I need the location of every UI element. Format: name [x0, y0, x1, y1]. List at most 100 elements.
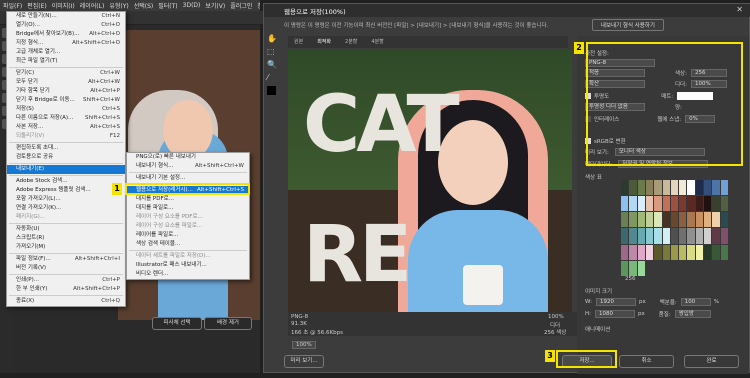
percent-input[interactable]: 100 — [680, 297, 711, 306]
file-menu-item[interactable]: 사본 저장... Alt+Ctrl+S — [7, 123, 125, 132]
remove-background-button[interactable]: 배경 제거 — [204, 317, 252, 330]
color-swatch[interactable] — [621, 244, 629, 260]
color-swatch[interactable] — [704, 196, 712, 212]
file-menu-item[interactable]: Adobe Stock 검색... — [7, 177, 125, 186]
file-menu-item[interactable]: 닫기(C) Ctrl+W — [7, 69, 125, 78]
color-swatch[interactable] — [621, 228, 629, 244]
tab-1[interactable]: 최적화 — [317, 36, 331, 48]
color-swatch[interactable] — [629, 180, 637, 196]
menu-8[interactable]: 보기(V) — [205, 1, 225, 10]
color-swatch[interactable] — [704, 244, 712, 260]
tab-0[interactable]: 원본 — [294, 36, 303, 48]
export-menu-item[interactable]: 레이어를 파일로... — [127, 231, 249, 240]
menu-7[interactable]: 3D(D) — [183, 2, 201, 9]
select-subject-button[interactable]: 피사체 선택 — [152, 317, 202, 330]
file-menu-item[interactable]: 고급 개체로 열기... — [7, 48, 125, 57]
color-swatch[interactable] — [679, 212, 687, 228]
color-swatch[interactable] — [621, 260, 629, 276]
zoom-icon[interactable]: 🔍 — [267, 60, 279, 69]
height-input[interactable]: 1080 — [595, 309, 635, 318]
color-swatch[interactable] — [687, 244, 695, 260]
file-menu-item[interactable]: 자동화(U) — [7, 225, 125, 234]
export-menu-item[interactable]: 색상 검색 테이블... — [127, 240, 249, 249]
color-swatch[interactable] — [679, 196, 687, 212]
color-swatch[interactable] — [670, 196, 679, 212]
color-swatch[interactable] — [654, 228, 662, 244]
color-swatch[interactable] — [637, 180, 645, 196]
menu-10[interactable]: 창(W) — [257, 1, 260, 10]
menu-4[interactable]: 유형(Y) — [109, 1, 128, 10]
menu-6[interactable]: 필터(T) — [158, 1, 177, 10]
color-swatch[interactable] — [629, 228, 637, 244]
color-swatch[interactable] — [687, 228, 695, 244]
color-swatch[interactable] — [645, 212, 654, 228]
file-menu-item[interactable]: 저장(S) Ctrl+S — [7, 105, 125, 114]
color-swatch[interactable] — [637, 228, 645, 244]
color-swatch[interactable] — [704, 212, 712, 228]
color-swatch[interactable] — [662, 228, 670, 244]
color-swatch[interactable] — [720, 228, 728, 244]
color-swatch[interactable] — [662, 180, 670, 196]
export-menu-item[interactable]: 데이터 세트를 파일로 저장(D)... — [127, 252, 249, 261]
menu-5[interactable]: 선택(S) — [134, 1, 154, 10]
file-menu-item[interactable]: 포함 가져오기(L)... — [7, 195, 125, 204]
color-swatch[interactable] — [695, 196, 704, 212]
tab-3[interactable]: 4분할 — [371, 36, 383, 48]
color-swatch[interactable] — [712, 228, 720, 244]
color-swatch[interactable] — [621, 212, 629, 228]
file-menu-item[interactable]: Adobe Express 템플릿 검색... — [7, 186, 125, 195]
color-swatch[interactable] — [687, 196, 695, 212]
file-menu-item[interactable]: 파일 정보(F)... Alt+Shift+Ctrl+I — [7, 255, 125, 264]
file-menu-item[interactable]: 검토용으로 공유 — [7, 153, 125, 162]
file-menu-item[interactable]: 스크립트(R) — [7, 234, 125, 243]
color-swatch[interactable] — [679, 180, 687, 196]
menu-2[interactable]: 이미지(I) — [52, 1, 75, 10]
color-swatch[interactable] — [679, 244, 687, 260]
color-swatch[interactable] — [670, 212, 679, 228]
color-swatch[interactable] — [645, 228, 654, 244]
quality-select[interactable]: 쌍입방 — [674, 309, 711, 318]
file-menu-item[interactable]: 내보내기(E) — [7, 165, 125, 174]
color-swatch[interactable] — [720, 196, 728, 212]
use-export-as-button[interactable]: 내보내기 형식 사용하기 — [591, 19, 664, 31]
export-menu-item[interactable]: 내보내기 형식... Alt+Shift+Ctrl+W — [127, 162, 249, 171]
hand-icon[interactable]: ✋ — [267, 34, 279, 43]
color-swatch[interactable] — [629, 244, 637, 260]
color-swatch[interactable] — [704, 228, 712, 244]
file-menu-item[interactable]: 닫기 후 Bridge로 이동... Shift+Ctrl+W — [7, 96, 125, 105]
color-swatch[interactable] — [712, 196, 720, 212]
color-swatch[interactable] — [687, 212, 695, 228]
color-swatch[interactable] — [629, 212, 637, 228]
color-swatch[interactable] — [687, 180, 695, 196]
color-swatch[interactable] — [662, 212, 670, 228]
preview-button[interactable]: 미리 보기... — [284, 355, 324, 368]
file-menu-item[interactable]: Bridge에서 찾아보기(B)... Alt+Ctrl+O — [7, 30, 125, 39]
color-swatch[interactable] — [704, 180, 712, 196]
file-menu-item[interactable]: 가져오기(M) — [7, 243, 125, 252]
slice-select-icon[interactable]: ⬚ — [267, 47, 279, 56]
export-menu-item[interactable]: PNG으(로) 빠른 내보내기 — [127, 153, 249, 162]
color-swatch[interactable] — [662, 196, 670, 212]
close-icon[interactable]: ✕ — [736, 5, 743, 14]
color-swatch[interactable] — [679, 228, 687, 244]
color-swatch[interactable] — [637, 212, 645, 228]
export-menu-item[interactable]: 레이어 구성 요소를 PDF로... — [127, 213, 249, 222]
eyedropper-icon[interactable]: ⁄ — [267, 73, 279, 82]
color-swatch[interactable] — [720, 180, 728, 196]
file-menu-item[interactable]: 최근 파일 열기(T) — [7, 57, 125, 66]
color-swatch[interactable] — [720, 244, 728, 260]
cancel-button[interactable]: 취소 — [619, 355, 674, 368]
width-input[interactable]: 1920 — [595, 297, 636, 306]
menu-3[interactable]: 레이어(L) — [80, 1, 105, 10]
export-menu-item[interactable]: 대지를 파일로... — [127, 204, 249, 213]
color-swatch[interactable] — [695, 244, 704, 260]
color-swatch[interactable] — [645, 196, 654, 212]
color-swatch[interactable] — [654, 212, 662, 228]
file-menu-item[interactable]: 종료(X) Ctrl+Q — [7, 297, 125, 306]
file-menu-item[interactable]: 연결 가져오기(K)... — [7, 204, 125, 213]
color-swatch[interactable] — [621, 196, 629, 212]
file-menu-item[interactable]: 편집하도록 초대... — [7, 144, 125, 153]
file-menu-item[interactable]: 되돌리기(V) F12 — [7, 132, 125, 141]
file-menu-item[interactable]: 버전 기록(V) — [7, 264, 125, 273]
color-swatch[interactable] — [720, 212, 728, 228]
